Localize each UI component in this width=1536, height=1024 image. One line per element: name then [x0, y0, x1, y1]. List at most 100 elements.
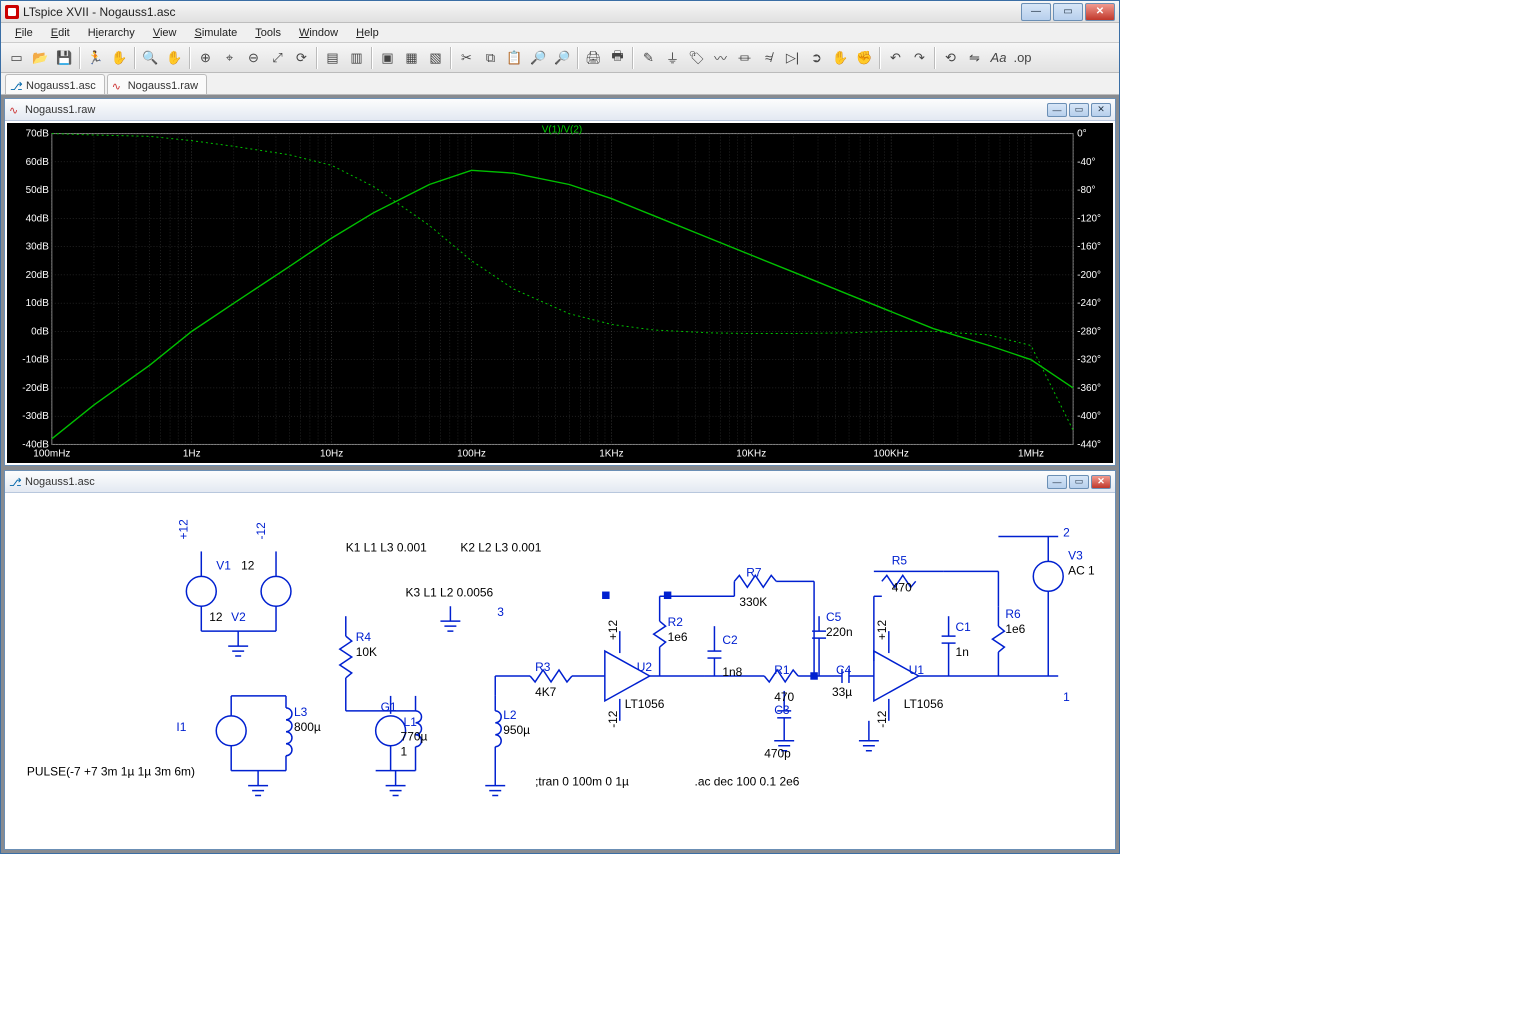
k3-text[interactable]: K3 L1 L2 0.0056 [406, 585, 494, 599]
menu-edit[interactable]: Edit [43, 25, 78, 41]
sch-min-button[interactable]: — [1047, 475, 1067, 489]
val-C3[interactable]: 470p [764, 747, 791, 761]
tab-schematic[interactable]: ⎇ Nogauss1.asc [5, 74, 105, 94]
maximize-button[interactable]: ▭ [1053, 3, 1083, 21]
label-L1[interactable]: L1 [404, 715, 418, 729]
u1-railn[interactable]: -12 [875, 710, 889, 728]
close-button[interactable]: ✕ [1085, 3, 1115, 21]
menu-simulate[interactable]: Simulate [186, 25, 245, 41]
copy-bitmap-icon[interactable]: ▦ [400, 46, 423, 69]
val-V2-2[interactable]: 12 [209, 610, 223, 624]
schematic-canvas[interactable]: V1 12 12 V2 +12 -12 I1 L3 800µ PULSE(-7 … [7, 495, 1113, 847]
print-setup-icon[interactable]: 🖶 [606, 46, 629, 69]
val-C5[interactable]: 220n [826, 625, 853, 639]
menu-view[interactable]: View [145, 25, 185, 41]
label-R1[interactable]: R1 [774, 663, 790, 677]
zoom-fit-icon[interactable]: ⤢ [266, 46, 289, 69]
val-L1[interactable]: 770µ [401, 730, 428, 744]
val-C4[interactable]: 33µ [832, 685, 852, 699]
val-R6[interactable]: 1e6 [1005, 622, 1025, 636]
redo-icon[interactable]: ↷ [908, 46, 931, 69]
hand-icon[interactable]: ✋ [163, 46, 186, 69]
val-R7[interactable]: 330K [739, 595, 767, 609]
u2-railp[interactable]: +12 [606, 620, 620, 641]
label-V3[interactable]: V3 [1068, 548, 1083, 562]
close-pane-icon[interactable]: ▣ [376, 46, 399, 69]
cut-icon[interactable]: ✂ [455, 46, 478, 69]
label-L3[interactable]: L3 [294, 705, 308, 719]
save-icon[interactable]: 💾 [53, 46, 76, 69]
label-C3[interactable]: C3 [774, 703, 790, 717]
label-C2[interactable]: C2 [722, 633, 738, 647]
label-C4[interactable]: C4 [836, 663, 852, 677]
search-icon[interactable]: 🔍 [139, 46, 162, 69]
schematic-titlebar[interactable]: ⎇ Nogauss1.asc — ▭ ✕ [5, 471, 1115, 493]
val-R2[interactable]: 1e6 [668, 630, 688, 644]
copy-icon[interactable]: ⧉ [479, 46, 502, 69]
label-U2[interactable]: U2 [637, 660, 653, 674]
plot-min-button[interactable]: — [1047, 103, 1067, 117]
zoom-out-icon[interactable]: ⊖ [242, 46, 265, 69]
model-U1[interactable]: LT1056 [904, 697, 944, 711]
move-icon[interactable]: ✋ [829, 46, 852, 69]
val-R4[interactable]: 10K [356, 645, 377, 659]
plot-titlebar[interactable]: ∿ Nogauss1.raw — ▭ ✕ [5, 99, 1115, 121]
inductor-icon[interactable]: ≉ [757, 46, 780, 69]
label-U1[interactable]: U1 [909, 663, 925, 677]
label-rail-n[interactable]: -12 [254, 522, 268, 540]
label-V1[interactable]: V1 [216, 558, 231, 572]
menu-file[interactable]: File [7, 25, 41, 41]
bode-plot[interactable]: 70dB60dB50dB40dB30dB20dB10dB0dB-10dB-20d… [7, 123, 1113, 463]
label-R6[interactable]: R6 [1005, 607, 1021, 621]
tile-h-icon[interactable]: ▤ [321, 46, 344, 69]
component-icon[interactable]: ➲ [805, 46, 828, 69]
titlebar[interactable]: LTspice XVII - Nogauss1.asc — ▭ ✕ [1, 1, 1119, 23]
label-V2[interactable]: V2 [231, 610, 246, 624]
plot-max-button[interactable]: ▭ [1069, 103, 1089, 117]
label-L2[interactable]: L2 [503, 708, 517, 722]
plot-close-button[interactable]: ✕ [1091, 103, 1111, 117]
halt-icon[interactable]: ✋ [108, 46, 131, 69]
rotate-icon[interactable]: ⟲ [939, 46, 962, 69]
k2-text[interactable]: K2 L2 L3 0.001 [460, 540, 541, 554]
label-I1[interactable]: I1 [176, 720, 186, 734]
model-U2[interactable]: LT1056 [625, 697, 665, 711]
sch-close-button[interactable]: ✕ [1091, 475, 1111, 489]
k1-text[interactable]: K1 L1 L3 0.001 [346, 540, 427, 554]
label-R4[interactable]: R4 [356, 630, 372, 644]
pan-icon[interactable]: ⌖ [218, 46, 241, 69]
label-C5[interactable]: C5 [826, 610, 842, 624]
ground-icon[interactable]: ⏚ [661, 46, 684, 69]
drag-icon[interactable]: ✊ [853, 46, 876, 69]
capacitor-icon[interactable]: ⏛ [733, 46, 756, 69]
node-2[interactable]: 2 [1063, 525, 1070, 539]
val-L2[interactable]: 950µ [503, 723, 530, 737]
val-V1[interactable]: 12 [241, 558, 255, 572]
label-R3[interactable]: R3 [535, 660, 551, 674]
ac-dir[interactable]: .ac dec 100 0.1 2e6 [695, 775, 800, 789]
print-icon[interactable]: 🖨 [582, 46, 605, 69]
mirror-icon[interactable]: ⇋ [963, 46, 986, 69]
menu-help[interactable]: Help [348, 25, 387, 41]
find-icon[interactable]: 🔎 [527, 46, 550, 69]
tile-v-icon[interactable]: ▥ [345, 46, 368, 69]
tran-dir[interactable]: ;tran 0 100m 0 1µ [535, 775, 629, 789]
label-R2[interactable]: R2 [668, 615, 684, 629]
paste-icon[interactable]: 📋 [503, 46, 526, 69]
val-L3[interactable]: 800µ [294, 720, 321, 734]
zoom-in-icon[interactable]: ⊕ [194, 46, 217, 69]
setup-icon[interactable]: ▧ [424, 46, 447, 69]
text-icon[interactable]: Aa [987, 46, 1010, 69]
menu-tools[interactable]: Tools [247, 25, 289, 41]
node-3[interactable]: 3 [497, 605, 504, 619]
autorange-icon[interactable]: ⟳ [290, 46, 313, 69]
menu-window[interactable]: Window [291, 25, 346, 41]
u1-railp[interactable]: +12 [875, 620, 889, 641]
pulse-text[interactable]: PULSE(-7 +7 3m 1µ 1µ 3m 6m) [27, 765, 195, 779]
new-icon[interactable]: ▭ [5, 46, 28, 69]
label-G1[interactable]: G1 [381, 700, 397, 714]
undo-icon[interactable]: ↶ [884, 46, 907, 69]
val-R1[interactable]: 470 [774, 690, 794, 704]
label-C1[interactable]: C1 [956, 620, 972, 634]
minimize-button[interactable]: — [1021, 3, 1051, 21]
